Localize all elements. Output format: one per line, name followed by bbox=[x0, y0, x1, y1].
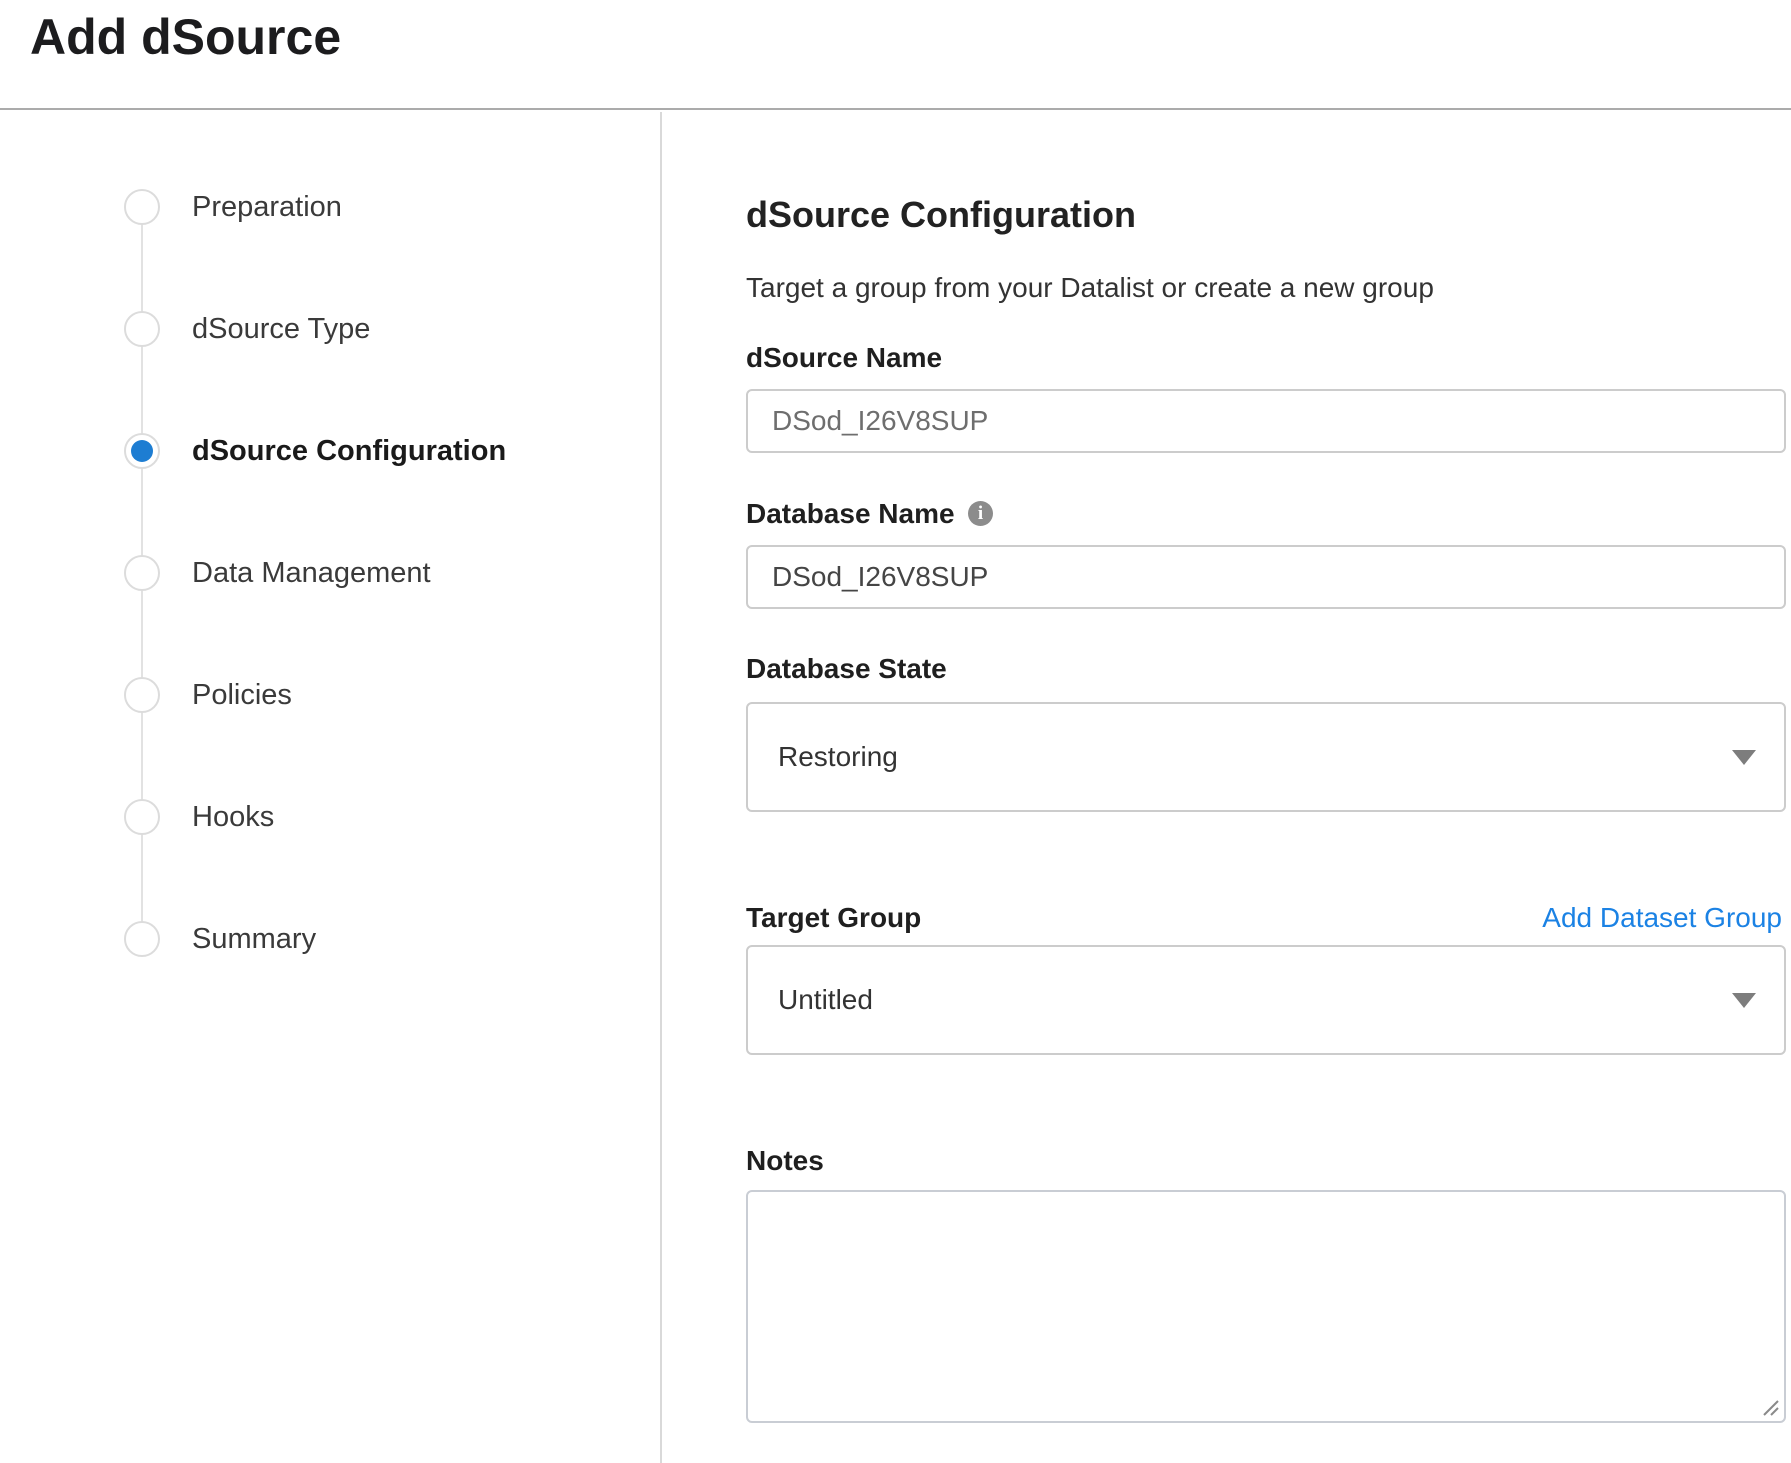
add-dataset-group-link[interactable]: Add Dataset Group bbox=[1542, 902, 1782, 934]
step-label: Preparation bbox=[192, 191, 342, 224]
step-circle-icon bbox=[124, 555, 160, 591]
step-circle-icon bbox=[124, 677, 160, 713]
step-circle-icon bbox=[124, 921, 160, 957]
step-dsource-type[interactable]: dSource Type bbox=[0, 268, 662, 390]
section-heading: dSource Configuration bbox=[746, 194, 1136, 236]
target-group-label: Target Group bbox=[746, 902, 921, 934]
step-label: dSource Configuration bbox=[192, 435, 506, 468]
notes-textarea[interactable] bbox=[746, 1190, 1786, 1423]
step-circle-icon bbox=[124, 189, 160, 225]
step-label: Data Management bbox=[192, 557, 431, 590]
database-name-label: Database Name bbox=[746, 498, 955, 530]
database-state-label: Database State bbox=[746, 653, 947, 685]
step-label: Hooks bbox=[192, 801, 274, 834]
step-preparation[interactable]: Preparation bbox=[0, 146, 662, 268]
target-group-selected-value: Untitled bbox=[778, 984, 873, 1016]
step-data-management[interactable]: Data Management bbox=[0, 512, 662, 634]
step-circle-icon bbox=[124, 799, 160, 835]
page-title: Add dSource bbox=[30, 8, 341, 66]
notes-label: Notes bbox=[746, 1145, 824, 1177]
step-circle-active-icon bbox=[124, 433, 160, 469]
chevron-down-icon bbox=[1732, 750, 1756, 765]
wizard-stepper-panel: Preparation dSource Type dSource Configu… bbox=[0, 112, 662, 1463]
step-label: dSource Type bbox=[192, 313, 370, 346]
step-policies[interactable]: Policies bbox=[0, 634, 662, 756]
database-state-selected-value: Restoring bbox=[778, 741, 898, 773]
step-dsource-configuration[interactable]: dSource Configuration bbox=[0, 390, 662, 512]
wizard-header: Add dSource bbox=[0, 0, 1791, 110]
step-summary[interactable]: Summary bbox=[0, 878, 662, 1000]
chevron-down-icon bbox=[1732, 993, 1756, 1008]
step-hooks[interactable]: Hooks bbox=[0, 756, 662, 878]
step-label: Policies bbox=[192, 679, 292, 712]
section-subheading: Target a group from your Datalist or cre… bbox=[746, 272, 1434, 304]
database-state-select[interactable]: Restoring bbox=[746, 702, 1786, 812]
dsource-configuration-panel: dSource Configuration Target a group fro… bbox=[664, 112, 1791, 1463]
step-circle-icon bbox=[124, 311, 160, 347]
dsource-name-label: dSource Name bbox=[746, 342, 942, 374]
step-label: Summary bbox=[192, 923, 316, 956]
target-group-select[interactable]: Untitled bbox=[746, 945, 1786, 1055]
info-icon[interactable]: i bbox=[968, 501, 993, 526]
stepper: Preparation dSource Type dSource Configu… bbox=[0, 146, 662, 1000]
database-name-input[interactable] bbox=[746, 545, 1786, 609]
dsource-name-input[interactable] bbox=[746, 389, 1786, 453]
